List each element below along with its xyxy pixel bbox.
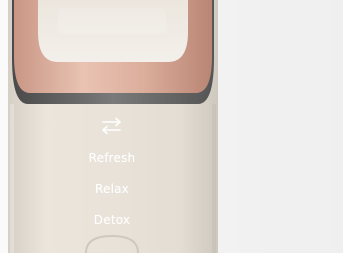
body-edge-highlight-left	[10, 104, 14, 253]
background-shade	[272, 0, 343, 253]
mode-label-refresh: Refresh	[88, 151, 136, 165]
body-edge-shade-right	[212, 104, 216, 253]
device-illustration	[0, 0, 343, 253]
mode-label-detox: Detox	[93, 213, 131, 227]
head-highlight	[58, 8, 166, 34]
mode-label-relax: Relax	[95, 182, 129, 196]
product-photo: Refresh Relax Detox	[0, 0, 343, 253]
